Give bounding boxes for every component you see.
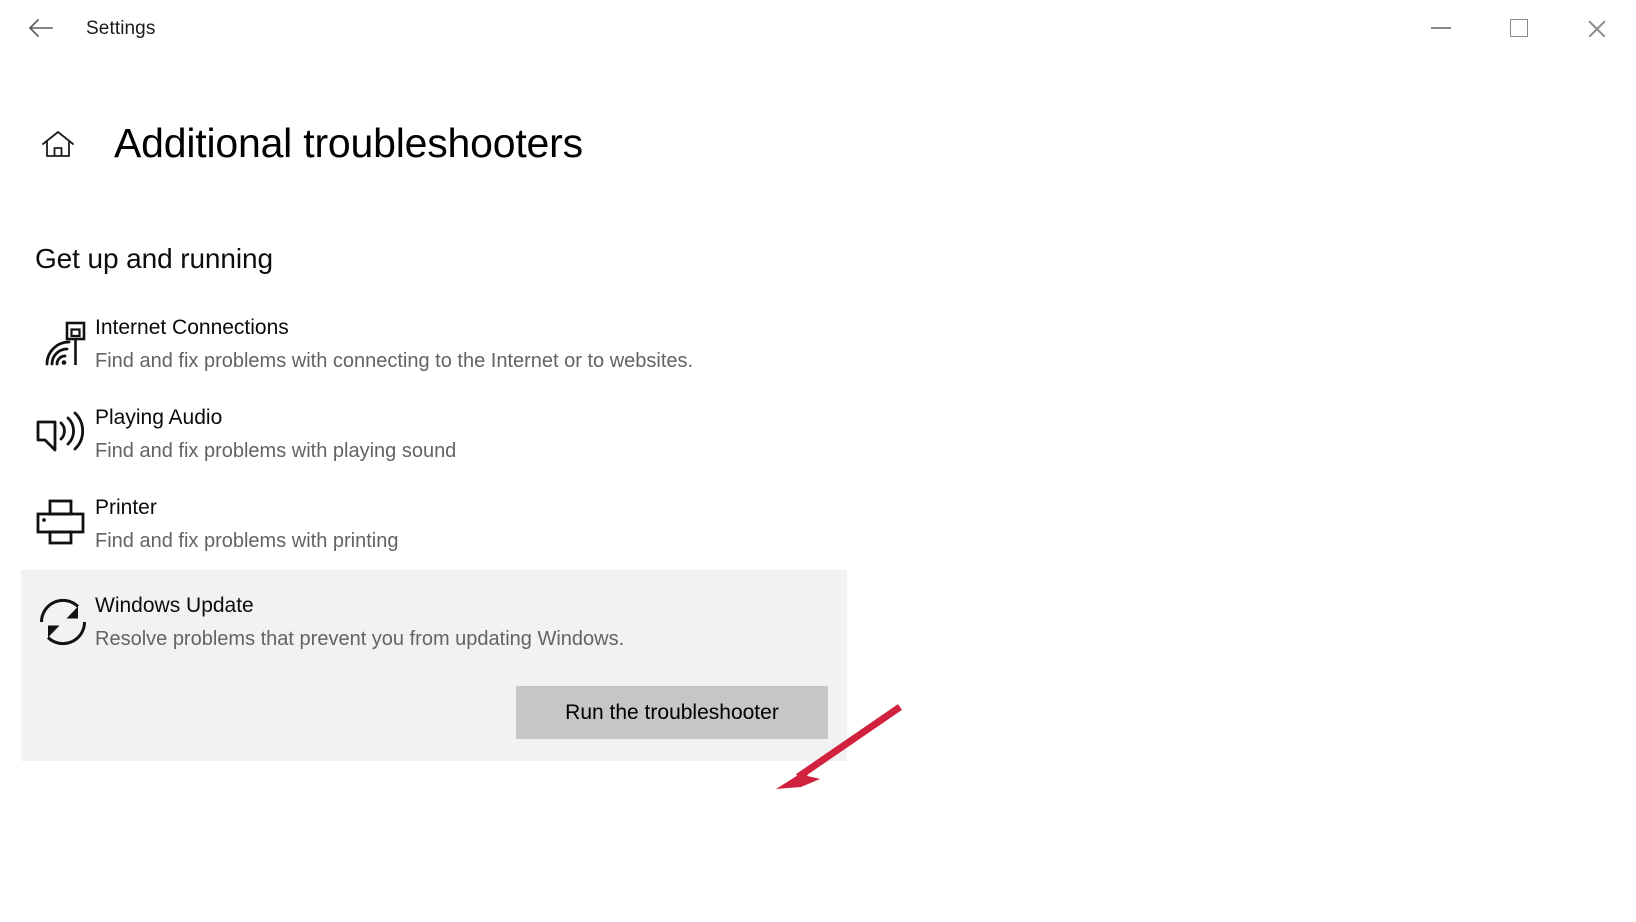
windows-update-icon [39, 598, 87, 646]
tile-icon-wrapper [21, 494, 95, 546]
minimize-button[interactable] [1402, 0, 1480, 56]
troubleshooter-description: Resolve problems that prevent you from u… [95, 628, 625, 650]
troubleshooter-description: Find and fix problems with connecting to… [95, 350, 694, 372]
minimize-icon [1431, 27, 1451, 29]
settings-window: Settings Additional troubleshooters Get … [0, 0, 1636, 922]
troubleshooter-description: Find and fix problems with printing [95, 530, 399, 552]
close-icon [1586, 17, 1608, 39]
app-title: Settings [86, 17, 156, 39]
tile-text-wrapper: Windows Update Resolve problems that pre… [95, 592, 847, 656]
page-header: Additional troubleshooters [38, 96, 583, 192]
back-button[interactable] [18, 9, 64, 47]
internet-connections-icon [45, 321, 86, 366]
troubleshooter-name: Internet Connections [95, 316, 289, 339]
run-the-troubleshooter-button[interactable]: Run the troubleshooter [516, 686, 828, 739]
tile-icon-wrapper [21, 404, 95, 454]
troubleshooter-name: Printer [95, 496, 157, 519]
troubleshooter-list: Internet Connections Find and fix proble… [0, 300, 900, 761]
playing-audio-icon [36, 411, 85, 452]
troubleshooter-item-internet-connections[interactable]: Internet Connections Find and fix proble… [21, 300, 847, 390]
close-button[interactable] [1558, 0, 1636, 56]
troubleshooter-name: Windows Update [95, 594, 254, 617]
troubleshooter-actions: Run the troubleshooter [21, 656, 847, 761]
tile-text-wrapper: Internet Connections Find and fix proble… [95, 314, 847, 378]
troubleshooter-item-printer[interactable]: Printer Find and fix problems with print… [21, 480, 847, 570]
home-button[interactable] [38, 124, 78, 164]
home-icon [42, 131, 74, 157]
maximize-button[interactable] [1480, 0, 1558, 56]
tile-text-wrapper: Playing Audio Find and fix problems with… [95, 404, 847, 468]
tile-icon-wrapper [21, 314, 95, 370]
window-caption-buttons [1402, 0, 1636, 56]
page-title: Additional troubleshooters [114, 120, 583, 167]
back-arrow-icon [28, 18, 53, 38]
printer-icon [36, 499, 85, 545]
tile-text-wrapper: Printer Find and fix problems with print… [95, 494, 847, 558]
tile-icon-wrapper [21, 592, 95, 648]
troubleshooter-item-content: Windows Update Resolve problems that pre… [21, 592, 847, 656]
troubleshooter-description: Find and fix problems with playing sound [95, 440, 457, 462]
troubleshooter-name: Playing Audio [95, 406, 223, 429]
title-bar: Settings [0, 0, 1636, 56]
troubleshooter-item-windows-update[interactable]: Windows Update Resolve problems that pre… [21, 570, 847, 761]
maximize-icon [1510, 19, 1528, 37]
section-title-get-up-and-running: Get up and running [35, 243, 273, 275]
troubleshooter-item-playing-audio[interactable]: Playing Audio Find and fix problems with… [21, 390, 847, 480]
